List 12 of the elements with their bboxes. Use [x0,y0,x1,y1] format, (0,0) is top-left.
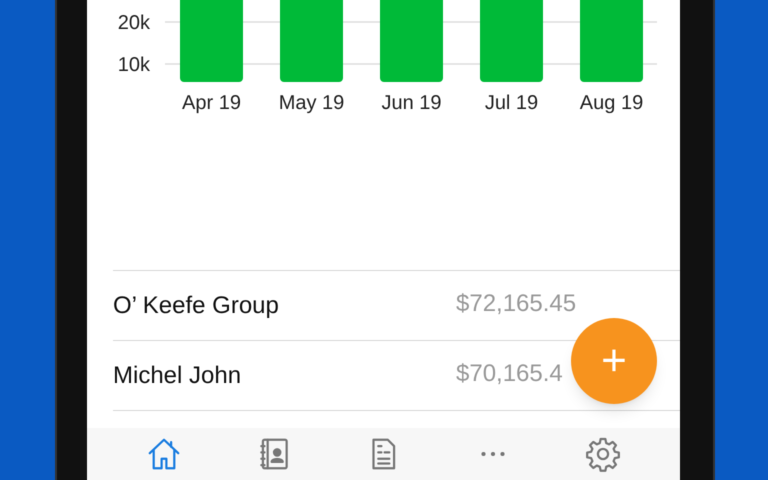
customer-name: Michel John [113,360,242,390]
axis-tick-label: 10k [118,54,150,76]
customer-amount: $72,165.45 [456,290,576,317]
month-label: Aug 19 [580,92,644,114]
month-label: Jun 19 [381,92,442,114]
month-label: Apr 19 [182,92,241,114]
customer-name: O’ Keefe Group [113,290,279,320]
customer-amount: $70,165.4 [456,360,563,387]
month-label: May 19 [278,92,344,114]
settings-icon[interactable] [584,435,622,473]
axis-tick-label: 20k [118,12,150,34]
month-label: Jul 19 [484,92,538,114]
